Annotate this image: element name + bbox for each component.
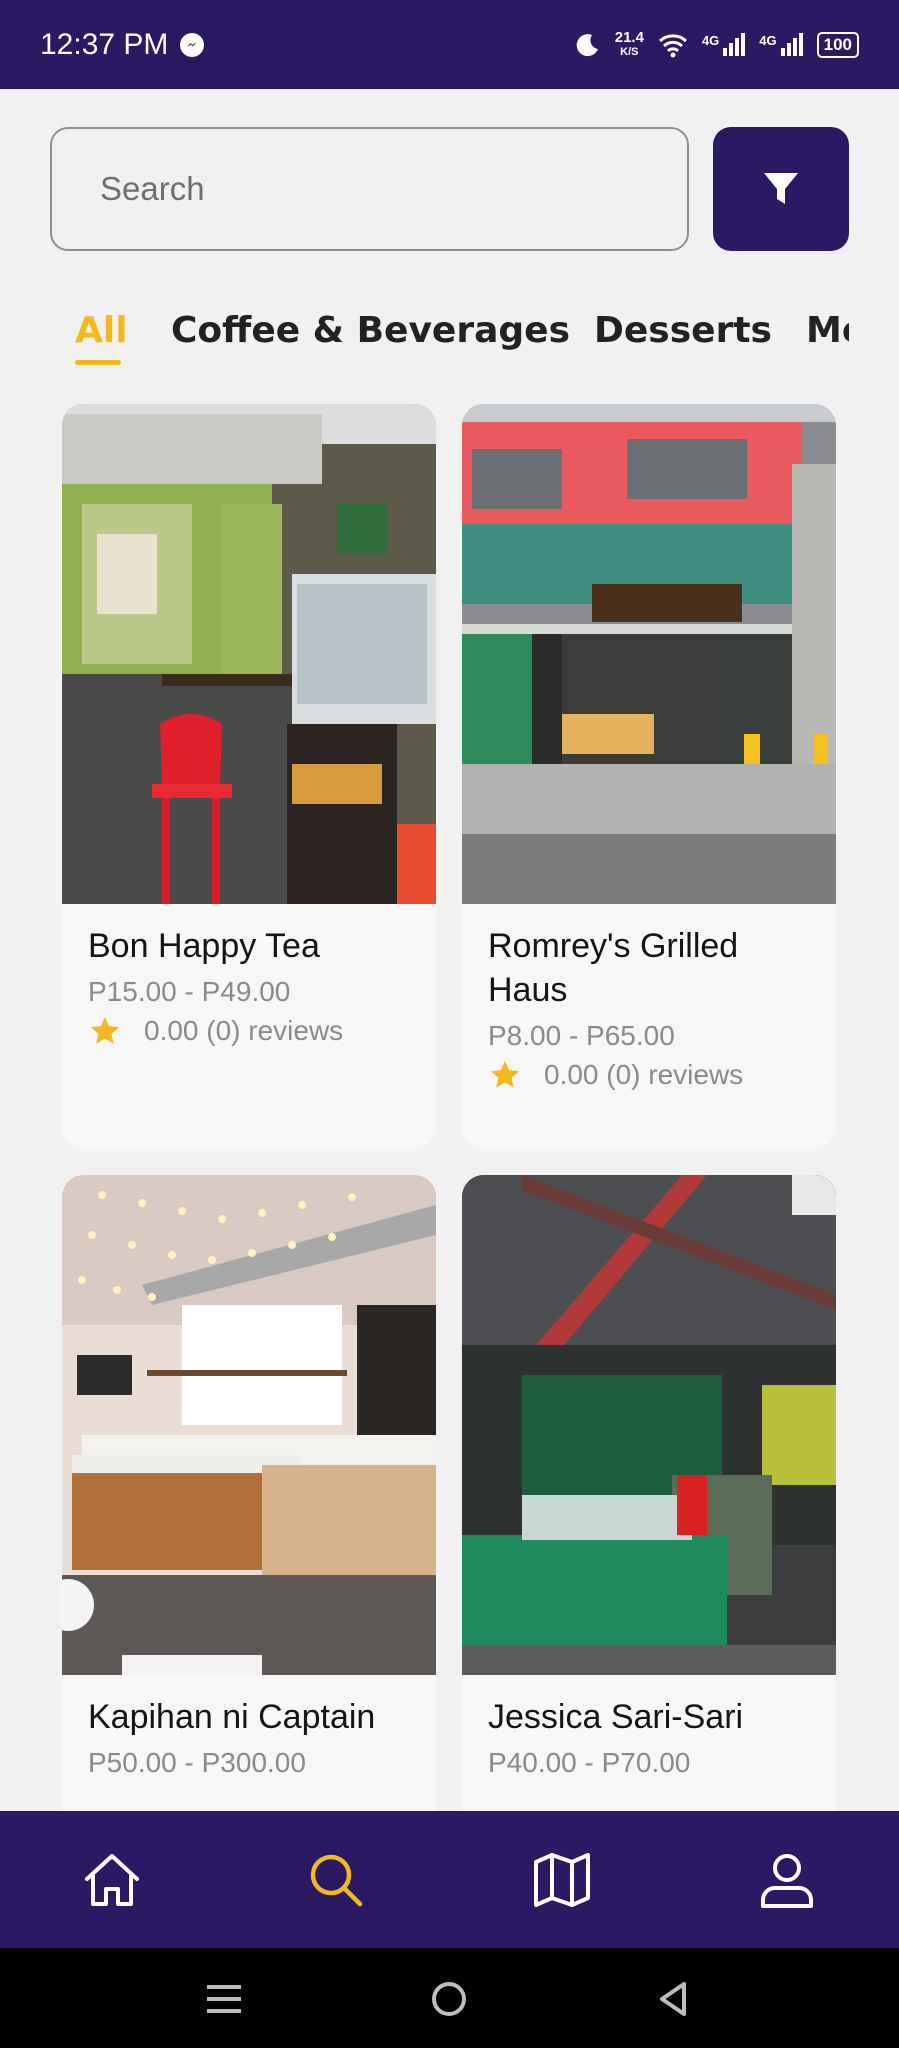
status-right: 21.4 K/S 4G 4G 100 xyxy=(575,30,859,60)
filter-button[interactable] xyxy=(713,127,849,251)
store-card[interactable]: Jessica Sari-Sari P40.00 - P70.00 xyxy=(462,1175,836,1855)
store-name: Bon Happy Tea xyxy=(88,927,320,965)
system-navigation-bar xyxy=(0,1948,899,2048)
nav-search[interactable] xyxy=(276,1811,396,1948)
nav-map[interactable] xyxy=(502,1811,622,1948)
store-photo xyxy=(62,404,436,904)
profile-icon xyxy=(761,1853,813,1908)
store-info: Kapihan ni Captain P50.00 - P300.00 xyxy=(88,1695,416,1781)
status-bar: 12:37 PM 21.4 K/S 4G 4G 100 xyxy=(0,0,899,89)
filter-funnel-icon xyxy=(764,173,798,204)
moon-icon xyxy=(576,33,598,56)
signal-icon: 4G xyxy=(702,33,746,56)
store-info: Bon Happy Tea P15.00 - P49.00 0.00 (0) r… xyxy=(88,924,416,1048)
store-photo xyxy=(462,404,836,904)
store-price-range: P50.00 - P300.00 xyxy=(88,1747,306,1778)
active-tab-indicator xyxy=(75,360,121,365)
store-photo xyxy=(462,1175,836,1675)
search-box[interactable] xyxy=(50,127,689,251)
store-price-range: P15.00 - P49.00 xyxy=(88,976,291,1007)
store-rating: 0.00 (0) reviews xyxy=(88,1014,416,1048)
store-name: Kapihan ni Captain xyxy=(88,1698,376,1736)
star-icon xyxy=(490,1060,520,1088)
tab-all[interactable]: All xyxy=(75,310,128,351)
store-info: Jessica Sari-Sari P40.00 - P70.00 xyxy=(488,1695,816,1781)
tab-coffee-beverages[interactable]: Coffee & Beverages xyxy=(171,310,570,351)
back-icon[interactable] xyxy=(656,1980,690,2018)
store-info: Romrey's Grilled Haus P8.00 - P65.00 0.0… xyxy=(488,924,816,1092)
star-icon xyxy=(90,1016,120,1044)
search-icon xyxy=(310,1854,363,1906)
store-price-range: P8.00 - P65.00 xyxy=(488,1020,675,1051)
home-icon xyxy=(85,1853,139,1906)
messenger-icon xyxy=(180,32,205,57)
network-speed: 21.4 K/S xyxy=(614,28,644,58)
battery-icon: 100 xyxy=(816,31,859,58)
wifi-icon xyxy=(658,33,687,57)
home-circle-icon[interactable] xyxy=(430,1980,468,2018)
signal-icon-2: 4G xyxy=(759,33,803,56)
store-name: Jessica Sari-Sari xyxy=(488,1698,744,1736)
nav-home[interactable] xyxy=(52,1811,172,1948)
store-card[interactable]: Kapihan ni Captain P50.00 - P300.00 xyxy=(62,1175,436,1855)
status-left: 12:37 PM xyxy=(40,27,205,62)
nav-profile[interactable] xyxy=(727,1811,847,1948)
store-card[interactable]: Romrey's Grilled Haus P8.00 - P65.00 0.0… xyxy=(462,404,836,1149)
tab-me[interactable]: Me xyxy=(806,310,849,351)
map-icon xyxy=(534,1852,590,1907)
tab-desserts[interactable]: Desserts xyxy=(594,310,772,351)
store-price-range: P40.00 - P70.00 xyxy=(488,1747,691,1778)
store-rating: 0.00 (0) reviews xyxy=(488,1058,816,1092)
bottom-navigation xyxy=(0,1811,899,1948)
store-card[interactable]: Bon Happy Tea P15.00 - P49.00 0.00 (0) r… xyxy=(62,404,436,1149)
category-tabs: All Coffee & Beverages Desserts Me xyxy=(0,300,849,370)
search-input[interactable] xyxy=(100,170,687,208)
store-name: Romrey's Grilled Haus xyxy=(488,927,739,1009)
store-photo xyxy=(62,1175,436,1675)
recent-apps-icon[interactable] xyxy=(207,1983,241,2015)
status-time: 12:37 PM xyxy=(40,27,169,61)
